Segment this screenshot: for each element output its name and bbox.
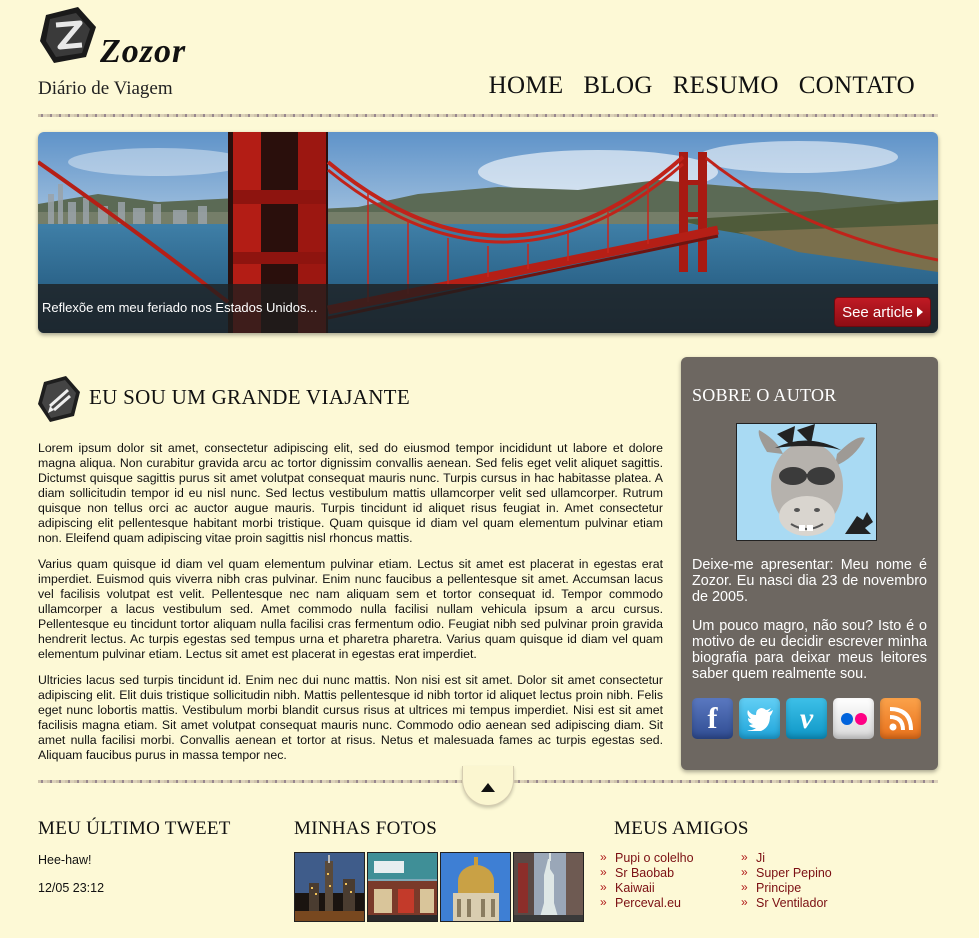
- site-logo[interactable]: Zozor: [38, 5, 198, 70]
- bio-paragraph: Deixe-me apresentar: Meu nome é Zozor. E…: [692, 557, 927, 605]
- flickr-icon[interactable]: [833, 698, 874, 739]
- friend-link[interactable]: Ji: [741, 850, 832, 866]
- friend-link[interactable]: Kaiwaii: [600, 880, 694, 896]
- facebook-icon[interactable]: f: [692, 698, 733, 739]
- hero-caption-bar: Reflexõe em meu feriado nos Estados Unid…: [38, 284, 938, 333]
- rss-feed-icon: [889, 706, 913, 730]
- header-divider: [38, 114, 938, 117]
- photos-section-title: MINHAS FOTOS: [294, 818, 438, 839]
- friend-link[interactable]: Sr Baobab: [600, 865, 694, 881]
- photo-thumbnail[interactable]: [440, 852, 511, 922]
- nav-resumo[interactable]: RESUMO: [673, 72, 779, 100]
- tweet-timestamp: 12/05 23:12: [38, 881, 105, 895]
- rss-icon[interactable]: [880, 698, 921, 739]
- sidebar-title: SOBRE O AUTOR: [692, 385, 837, 405]
- city-night-photo: [295, 853, 364, 921]
- friend-link[interactable]: Principe: [741, 880, 832, 896]
- twitter-icon[interactable]: [739, 698, 780, 739]
- author-avatar: [736, 423, 877, 541]
- see-article-button[interactable]: See article: [834, 297, 931, 327]
- post-body: Lorem ipsum dolor sit amet, consectetur …: [38, 441, 663, 774]
- nav-contato[interactable]: CONTATO: [799, 72, 915, 100]
- main-nav: HOME BLOG RESUMO CONTATO: [489, 72, 915, 100]
- nav-blog[interactable]: BLOG: [583, 72, 652, 100]
- back-to-top-button[interactable]: [462, 766, 514, 806]
- vimeo-glyph: v: [799, 701, 814, 735]
- post-paragraph: Varius quam quisque id diam vel quam ele…: [38, 557, 663, 661]
- friend-link[interactable]: Pupi o colelho: [600, 850, 694, 866]
- friend-link[interactable]: Super Pepino: [741, 865, 832, 881]
- donkey-avatar-icon: [737, 424, 876, 540]
- post-title: EU SOU UM GRANDE VIAJANTE: [89, 385, 410, 409]
- hero-caption: Reflexõe em meu feriado nos Estados Unid…: [42, 300, 318, 315]
- see-article-label: See article: [842, 303, 913, 321]
- post-paragraph: Ultricies lacus sed turpis tincidunt id.…: [38, 673, 663, 762]
- twitter-bird-icon: [746, 707, 773, 731]
- arrow-right-icon: [916, 307, 923, 317]
- hero-banner: Reflexõe em meu feriado nos Estados Unid…: [38, 132, 938, 333]
- friend-link[interactable]: Sr Ventilador: [741, 895, 832, 911]
- golden-dome-photo: [441, 853, 510, 921]
- post-badge-icon: [38, 376, 80, 422]
- friend-link[interactable]: Perceval.eu: [600, 895, 694, 911]
- photo-thumbnail[interactable]: [294, 852, 365, 922]
- tweet-text: Hee-haw!: [38, 853, 92, 867]
- friends-list-col2: Ji Super Pepino Principe Sr Ventilador: [741, 850, 832, 911]
- vimeo-icon[interactable]: v: [786, 698, 827, 739]
- about-author-panel: SOBRE O AUTOR Deixe-me apresentar: Meu n…: [681, 357, 938, 770]
- photo-thumbnail[interactable]: [513, 852, 584, 922]
- photo-thumbnail[interactable]: [367, 852, 438, 922]
- photo-gallery: [294, 852, 584, 922]
- tweet-section-title: MEU ÚLTIMO TWEET: [38, 818, 231, 839]
- bio-paragraph: Um pouco magro, não sou? Isto é o motivo…: [692, 618, 927, 682]
- friends-list-col1: Pupi o colelho Sr Baobab Kaiwaii Perceva…: [600, 850, 694, 911]
- arrow-up-icon: [481, 783, 495, 792]
- street-shops-photo: [368, 853, 437, 921]
- nav-home[interactable]: HOME: [489, 72, 564, 100]
- post-paragraph: Lorem ipsum dolor sit amet, consectetur …: [38, 441, 663, 545]
- facebook-glyph: f: [707, 701, 718, 735]
- author-bio: Deixe-me apresentar: Meu nome é Zozor. E…: [692, 557, 927, 695]
- flickr-dots-icon: [840, 712, 867, 725]
- friends-section-title: MEUS AMIGOS: [614, 818, 749, 839]
- zozor-logo-icon: [40, 7, 96, 63]
- site-tagline: Diário de Viagem: [38, 78, 173, 99]
- brand-name: Zozor: [100, 33, 187, 70]
- statue-liberty-photo: [514, 853, 583, 921]
- social-links: f v: [692, 698, 921, 739]
